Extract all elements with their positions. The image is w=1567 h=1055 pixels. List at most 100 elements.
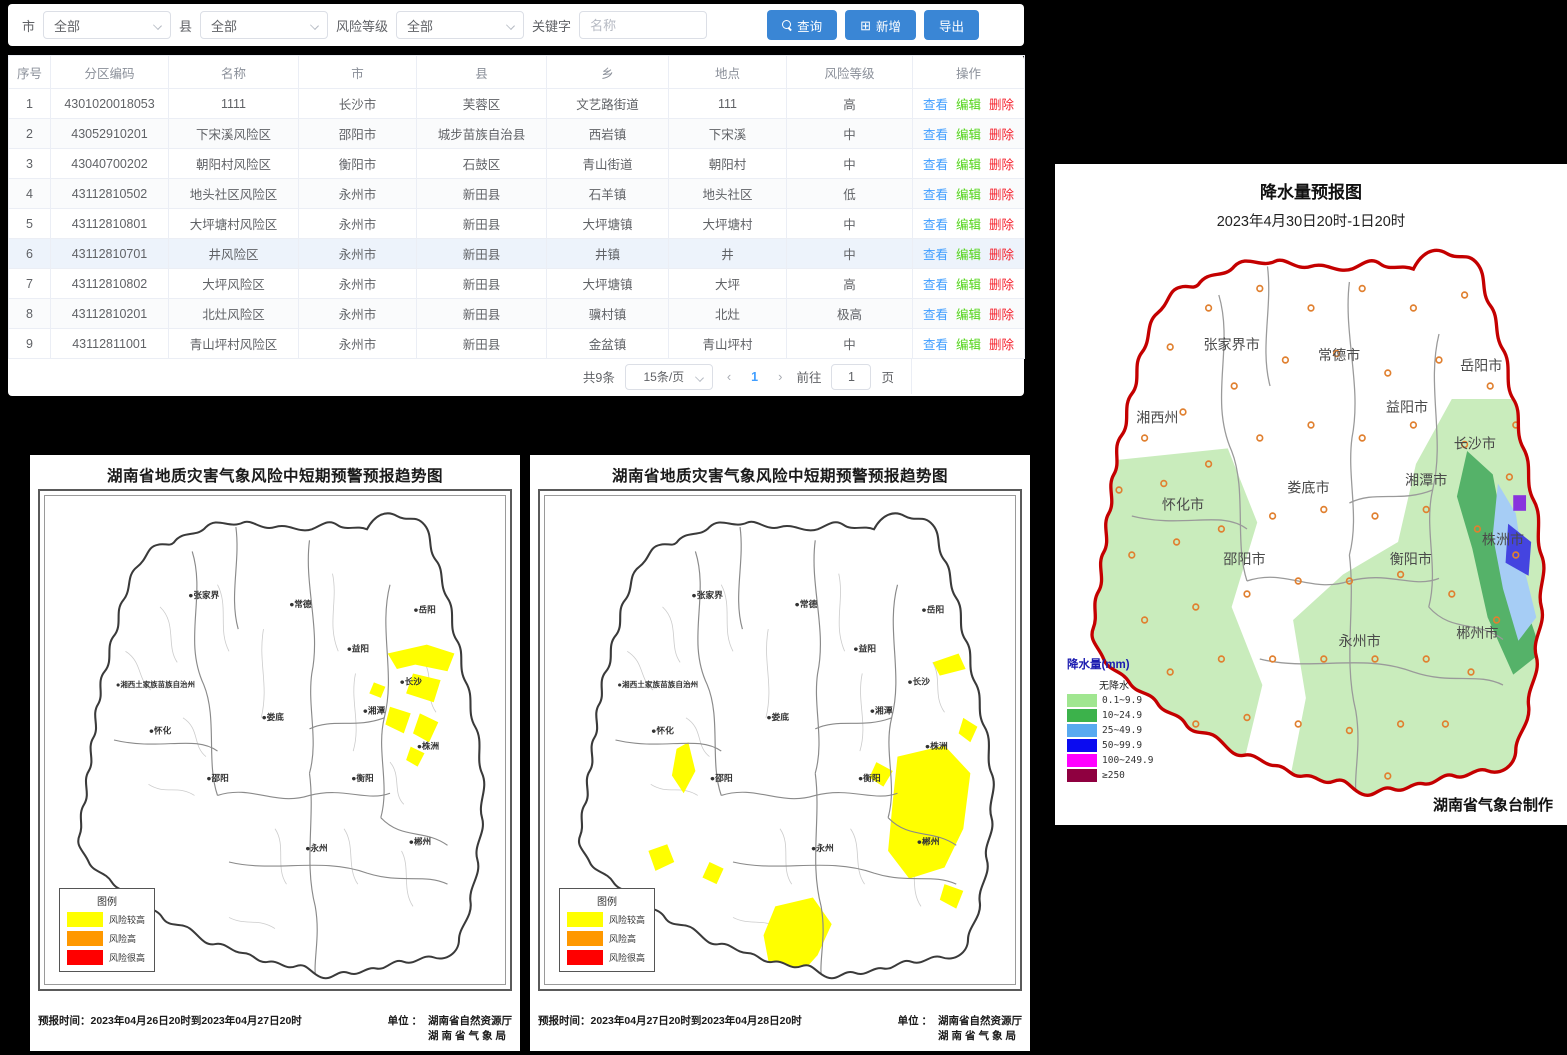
table-cell: 新田县 [417, 209, 547, 239]
legend-swatch [567, 931, 603, 946]
keyword-input[interactable] [579, 11, 707, 39]
page-size-select[interactable]: 15条/页 [625, 364, 713, 390]
chevron-down-icon [695, 373, 704, 382]
table-cell: 青山坪村 [669, 329, 787, 359]
legend-swatch [567, 950, 603, 965]
prev-page-button[interactable]: ‹ [723, 369, 735, 384]
table-cell: 新田县 [417, 329, 547, 359]
delete-link[interactable]: 删除 [989, 188, 1014, 202]
edit-link[interactable]: 编辑 [956, 188, 981, 202]
legend-item: 50~99.9 [1067, 739, 1153, 752]
pagination: 共9条 15条/页 ‹ 1 › 前往 页 [8, 359, 1024, 394]
delete-link[interactable]: 删除 [989, 248, 1014, 262]
table-cell: 大坪风险区 [169, 269, 299, 299]
legend-item: 风险很高 [567, 950, 647, 965]
city-label: ●长沙 [399, 677, 422, 687]
table-cell: 2 [9, 119, 51, 149]
edit-link[interactable]: 编辑 [956, 128, 981, 142]
risk-level-select[interactable]: 全部 [396, 11, 524, 39]
city-label: ●湘西土家族苗族自治州 [617, 679, 698, 689]
view-link[interactable]: 查看 [923, 308, 948, 322]
city-label: ●衡阳 [858, 772, 881, 783]
edit-link[interactable]: 编辑 [956, 338, 981, 352]
city-label: ●郴州 [917, 836, 940, 847]
legend-swatch [67, 931, 103, 946]
table-cell: 金盆镇 [547, 329, 669, 359]
legend-swatch [1067, 754, 1097, 767]
table-cell: 北灶风险区 [169, 299, 299, 329]
city-label: ●岳阳 [413, 605, 435, 615]
table-cell: 极高 [787, 299, 913, 329]
add-button[interactable]: ⊞新增 [845, 10, 916, 40]
delete-link[interactable]: 删除 [989, 158, 1014, 172]
edit-link[interactable]: 编辑 [956, 308, 981, 322]
actions-cell: 查看编辑删除 [913, 179, 1025, 209]
legend-swatch [1067, 694, 1097, 707]
edit-link[interactable]: 编辑 [956, 218, 981, 232]
table-cell: 中 [787, 119, 913, 149]
city-label: 永州市 [1339, 633, 1381, 650]
next-page-button[interactable]: › [774, 369, 786, 384]
edit-link[interactable]: 编辑 [956, 248, 981, 262]
trend-map-title: 湖南省地质灾害气象风险中短期预警预报趋势图 [30, 455, 520, 486]
table-cell: 朝阳村风险区 [169, 149, 299, 179]
view-link[interactable]: 查看 [923, 188, 948, 202]
table-cell: 石羊镇 [547, 179, 669, 209]
city-label: ●娄底 [766, 711, 789, 722]
county-filter-label: 县 [179, 16, 192, 35]
legend-swatch [1067, 709, 1097, 722]
current-page[interactable]: 1 [745, 370, 764, 384]
view-link[interactable]: 查看 [923, 128, 948, 142]
view-link[interactable]: 查看 [923, 98, 948, 112]
table-cell: 井风险区 [169, 239, 299, 269]
table-cell: 43112810502 [51, 179, 169, 209]
view-link[interactable]: 查看 [923, 248, 948, 262]
table-cell: 新田县 [417, 269, 547, 299]
delete-link[interactable]: 删除 [989, 338, 1014, 352]
forecast-time: 预报时间：2023年04月27日20时到2023年04月28日20时 [538, 1013, 802, 1028]
goto-page-input[interactable] [831, 364, 871, 390]
trend-map-figure-2: 湖南省地质灾害气象风险中短期预警预报趋势图 ● [530, 455, 1030, 1051]
legend-label: ≥250 [1102, 770, 1125, 781]
table-cell: 永州市 [299, 209, 417, 239]
table-cell: 6 [9, 239, 51, 269]
view-link[interactable]: 查看 [923, 218, 948, 232]
edit-link[interactable]: 编辑 [956, 158, 981, 172]
table-cell: 低 [787, 179, 913, 209]
export-button[interactable]: 导出 [924, 10, 979, 40]
delete-link[interactable]: 删除 [989, 98, 1014, 112]
view-link[interactable]: 查看 [923, 158, 948, 172]
city-label: 湘潭市 [1405, 472, 1447, 489]
view-link[interactable]: 查看 [923, 278, 948, 292]
delete-link[interactable]: 删除 [989, 278, 1014, 292]
table-cell: 43112811001 [51, 329, 169, 359]
delete-link[interactable]: 删除 [989, 218, 1014, 232]
city-label: ●湘潭 [870, 705, 893, 716]
city-select[interactable]: 全部 [43, 11, 171, 39]
legend-item: ≥250 [1067, 769, 1153, 782]
view-link[interactable]: 查看 [923, 338, 948, 352]
city-label: 长沙市 [1454, 435, 1496, 452]
city-label: ●郴州 [409, 836, 431, 846]
table-cell: 大坪塘村风险区 [169, 209, 299, 239]
county-select[interactable]: 全部 [200, 11, 328, 39]
edit-link[interactable]: 编辑 [956, 98, 981, 112]
table-cell: 3 [9, 149, 51, 179]
table-row: 143010200180531111长沙市芙蓉区文艺路街道111高查看编辑删除 [9, 89, 1025, 119]
city-label: ●株洲 [417, 741, 439, 751]
risk-area-table: 序号分区编码名称市县乡地点风险等级操作 143010200180531111长沙… [8, 55, 1025, 359]
table-cell: 中 [787, 329, 913, 359]
delete-link[interactable]: 删除 [989, 128, 1014, 142]
table-cell: 43040700202 [51, 149, 169, 179]
delete-link[interactable]: 删除 [989, 308, 1014, 322]
keyword-label: 关键字 [532, 16, 571, 35]
table-cell: 青山街道 [547, 149, 669, 179]
legend-item: 25~49.9 [1067, 724, 1153, 737]
table-cell: 1111 [169, 89, 299, 119]
edit-link[interactable]: 编辑 [956, 278, 981, 292]
city-label: 益阳市 [1386, 399, 1428, 416]
actions-cell: 查看编辑删除 [913, 209, 1025, 239]
city-label: ●邵阳 [206, 773, 228, 783]
search-button[interactable]: 查询 [767, 10, 837, 40]
forecast-time: 预报时间：2023年04月26日20时到2023年04月27日20时 [38, 1013, 302, 1028]
